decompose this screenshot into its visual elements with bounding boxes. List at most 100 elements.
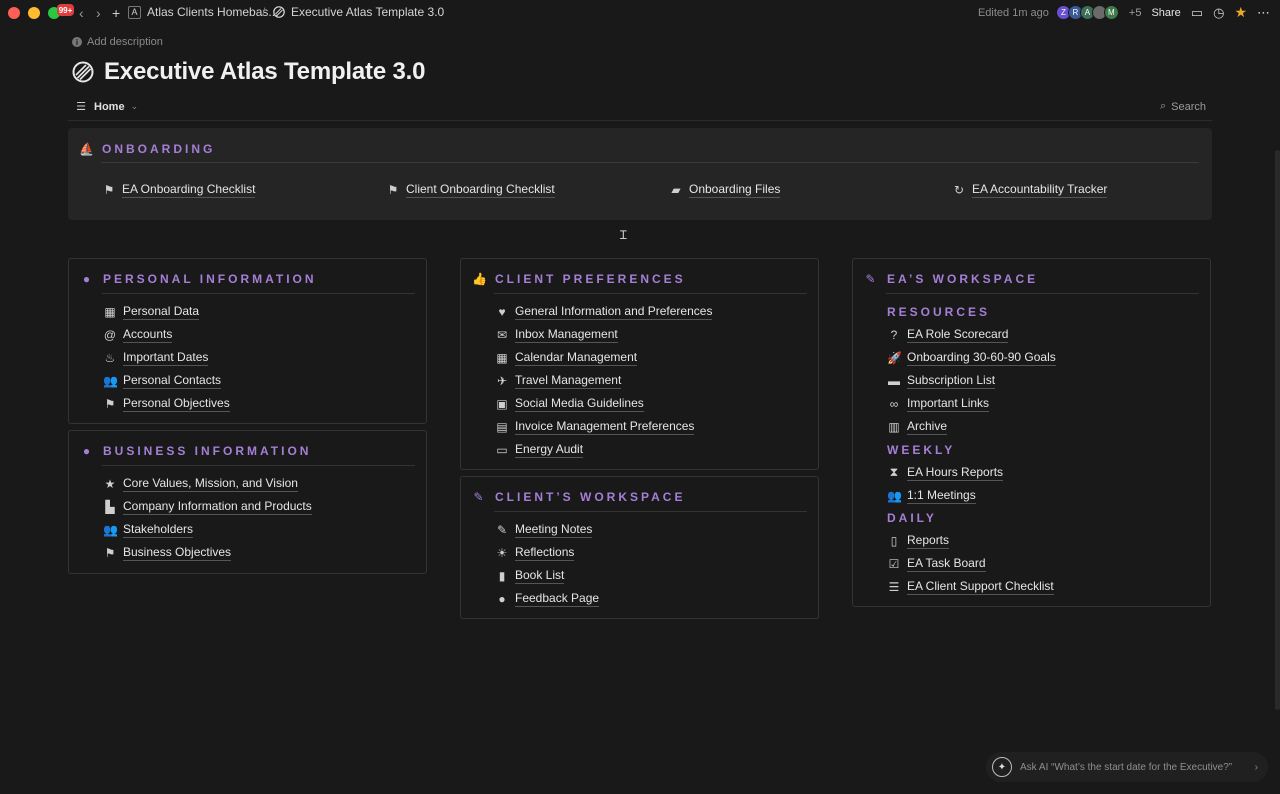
page-link[interactable]: ▤ Invoice Management Preferences bbox=[495, 415, 712, 438]
breadcrumb-separator: / bbox=[262, 5, 266, 19]
page-link[interactable]: 🚀 Onboarding 30-60-90 Goals bbox=[887, 347, 1056, 370]
people-icon: 👥 bbox=[103, 523, 118, 538]
minimize-window-button[interactable] bbox=[28, 7, 40, 19]
page-link[interactable]: ▮ Book List bbox=[495, 565, 599, 588]
page-link[interactable]: ∞ Important Links bbox=[887, 393, 1056, 416]
onboarding-link[interactable]: ↻ EA Accountability Tracker bbox=[952, 182, 1108, 198]
edit-icon: ✎ bbox=[865, 272, 876, 286]
page-link[interactable]: ⧗ EA Hours Reports bbox=[887, 461, 1056, 484]
breadcrumb-parent-label: Atlas Clients Homebas... bbox=[147, 5, 279, 19]
favorite-star-icon[interactable]: ★ bbox=[1234, 4, 1247, 21]
page-link-label: Archive bbox=[907, 418, 948, 435]
page-link[interactable]: ✎ Meeting Notes bbox=[495, 519, 599, 542]
onboarding-link-label: Onboarding Files bbox=[689, 182, 781, 198]
page-link[interactable]: @ Accounts bbox=[103, 324, 230, 347]
personal-information-heading: ● PERSONAL INFORMATION bbox=[80, 272, 317, 286]
page-link[interactable]: 👥 Personal Contacts bbox=[103, 370, 230, 393]
onboarding-link-label: EA Onboarding Checklist bbox=[122, 182, 256, 198]
ask-ai-label: Ask AI “What’s the start date for the Ex… bbox=[1020, 761, 1233, 773]
page-link[interactable]: ✉ Inbox Management bbox=[495, 324, 712, 347]
thumbs-up-icon: 👍 bbox=[472, 272, 487, 286]
forward-arrow-icon[interactable]: › bbox=[96, 5, 101, 21]
section-divider bbox=[886, 293, 1199, 294]
edit-icon: ✎ bbox=[473, 490, 484, 504]
page-link[interactable]: ⚑ Business Objectives bbox=[103, 542, 312, 565]
ai-face-icon: ✦ bbox=[992, 757, 1012, 777]
history-clock-icon[interactable]: ◷ bbox=[1213, 5, 1224, 21]
close-window-button[interactable] bbox=[8, 7, 20, 19]
breadcrumb-current[interactable]: Executive Atlas Template 3.0 bbox=[273, 5, 444, 19]
question-circle-icon: ? bbox=[890, 328, 898, 343]
ask-ai-button[interactable]: ✦ Ask AI “What’s the start date for the … bbox=[986, 752, 1268, 782]
breadcrumb-parent[interactable]: A Atlas Clients Homebas... bbox=[128, 5, 278, 19]
page-link[interactable]: ▦ Personal Data bbox=[103, 301, 230, 324]
onboarding-link[interactable]: ▰ Onboarding Files bbox=[669, 182, 781, 198]
page-link[interactable]: ☑ EA Task Board bbox=[887, 553, 1056, 576]
breadcrumb-current-label: Executive Atlas Template 3.0 bbox=[291, 5, 445, 19]
calendar-icon: ▦ bbox=[496, 351, 508, 366]
notification-badge[interactable]: 99+ bbox=[57, 4, 74, 16]
page-link[interactable]: 👥 1:1 Meetings bbox=[887, 484, 1056, 507]
comments-icon[interactable]: ▭ bbox=[1191, 5, 1203, 21]
page-link[interactable]: ▥ Archive bbox=[887, 415, 1056, 438]
search-button[interactable]: ⌕ Search bbox=[1160, 100, 1206, 113]
section-divider bbox=[494, 511, 807, 512]
page-link-label: Company Information and Products bbox=[123, 499, 312, 516]
page-link[interactable]: ★ Core Values, Mission, and Vision bbox=[103, 473, 312, 496]
info-icon: i bbox=[72, 37, 82, 47]
document-icon: ▯ bbox=[890, 534, 898, 549]
page-link[interactable]: ⚑ Personal Objectives bbox=[103, 393, 230, 416]
speech-bubble-icon: ● bbox=[498, 592, 506, 607]
page-link[interactable]: ● Feedback Page bbox=[495, 588, 600, 611]
page-link[interactable]: ▙ Company Information and Products bbox=[103, 496, 312, 519]
page-link[interactable]: ▯ Reports bbox=[887, 530, 1056, 553]
page-link[interactable]: ☀ Reflections bbox=[495, 542, 599, 565]
page-title[interactable]: Executive Atlas Template 3.0 bbox=[104, 58, 425, 86]
people-icon: 👥 bbox=[103, 374, 118, 389]
at-sign-icon: @ bbox=[103, 328, 117, 343]
page-link[interactable]: ▭ Energy Audit bbox=[495, 438, 712, 461]
new-page-plus-icon[interactable]: + bbox=[112, 5, 120, 21]
page-link[interactable]: ♥ General Information and Preferences bbox=[495, 301, 713, 324]
flag-icon: ⚑ bbox=[103, 183, 115, 197]
page-link[interactable]: ♨ Important Dates bbox=[103, 347, 230, 370]
onboarding-heading-label: ONBOARDING bbox=[102, 142, 216, 156]
page-link-label: Subscription List bbox=[907, 373, 996, 390]
section-heading-label: EA’S WORKSPACE bbox=[887, 272, 1039, 286]
onboarding-link[interactable]: ⚑ EA Onboarding Checklist bbox=[102, 182, 256, 198]
collaborator-avatars[interactable]: ZRAM bbox=[1055, 5, 1119, 20]
page-link[interactable]: 👥 Stakeholders bbox=[103, 519, 312, 542]
page-link-label: 1:1 Meetings bbox=[907, 487, 976, 504]
page-link[interactable]: ☰ EA Client Support Checklist bbox=[887, 576, 1056, 599]
onboarding-link[interactable]: ⚑ Client Onboarding Checklist bbox=[386, 182, 555, 198]
section-divider bbox=[494, 293, 807, 294]
share-button[interactable]: Share bbox=[1151, 7, 1180, 19]
add-description-button[interactable]: i Add description bbox=[72, 36, 163, 48]
more-collaborators-count[interactable]: +5 bbox=[1129, 7, 1142, 19]
inbox-icon: ✉ bbox=[496, 328, 508, 343]
section-heading-label: CLIENT’S WORKSPACE bbox=[495, 490, 686, 504]
page-link-label: Reflections bbox=[515, 545, 575, 562]
page-link-label: Travel Management bbox=[515, 373, 622, 390]
scrollbar[interactable] bbox=[1275, 150, 1280, 710]
page-link[interactable]: ? EA Role Scorecard bbox=[887, 324, 1056, 347]
view-selector[interactable]: ☰ Home ⌄ bbox=[74, 100, 139, 114]
page-hatch-icon[interactable] bbox=[72, 61, 94, 83]
business-information-heading: ● BUSINESS INFORMATION bbox=[80, 444, 311, 458]
chevron-down-icon: ⌄ bbox=[130, 101, 139, 111]
section-heading-label: PERSONAL INFORMATION bbox=[103, 272, 317, 286]
onboarding-panel: ⛵ ONBOARDING ⚑ EA Onboarding Checklist ⚑… bbox=[68, 128, 1212, 220]
page-link[interactable]: ▦ Calendar Management bbox=[495, 347, 712, 370]
rocket-icon: 🚀 bbox=[887, 351, 902, 366]
page-link[interactable]: ✈ Travel Management bbox=[495, 370, 712, 393]
title-bar: 99+ ‹ › + A Atlas Clients Homebas... / E… bbox=[0, 0, 1280, 26]
page-link-label: Inbox Management bbox=[515, 327, 618, 344]
avatar[interactable]: M bbox=[1103, 5, 1119, 20]
ea-workspace-card: ✎ EA’S WORKSPACE RESOURCES ? EA Role Scor… bbox=[852, 258, 1211, 607]
page-link[interactable]: ▬ Subscription List bbox=[887, 370, 1056, 393]
page-link[interactable]: ▣ Social Media Guidelines bbox=[495, 393, 712, 416]
section-divider bbox=[102, 293, 415, 294]
more-options-icon[interactable]: ⋯ bbox=[1257, 5, 1270, 21]
back-arrow-icon[interactable]: ‹ bbox=[79, 5, 84, 21]
onboarding-heading: ⛵ ONBOARDING bbox=[79, 142, 215, 156]
